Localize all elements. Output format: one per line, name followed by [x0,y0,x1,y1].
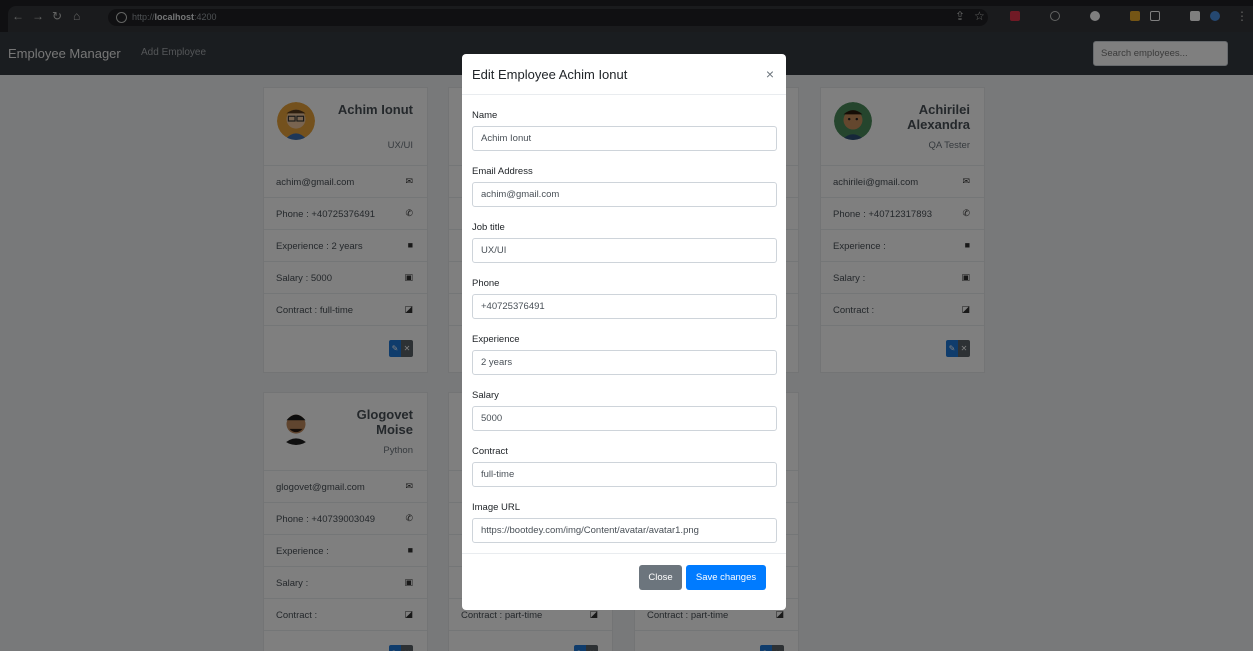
job-title-label: Job title [472,222,505,233]
modal-header-divider [462,94,786,95]
modal-title: Edit Employee Achim Ionut [472,67,628,82]
save-changes-button[interactable]: Save changes [686,565,766,590]
salary-field[interactable] [472,406,777,431]
job-title-field[interactable] [472,238,777,263]
experience-field[interactable] [472,350,777,375]
phone-label: Phone [472,278,500,289]
contract-field[interactable] [472,462,777,487]
modal-footer-divider [462,553,786,554]
experience-label: Experience [472,334,520,345]
salary-label: Salary [472,390,499,401]
phone-field[interactable] [472,294,777,319]
image-url-label: Image URL [472,502,521,513]
email-field[interactable] [472,182,777,207]
email-label: Email Address [472,166,533,177]
name-field[interactable] [472,126,777,151]
name-label: Name [472,110,498,121]
close-icon[interactable]: × [766,66,774,82]
image-url-field[interactable] [472,518,777,543]
close-button[interactable]: Close [639,565,682,590]
contract-label: Contract [472,446,508,457]
edit-employee-modal: Edit Employee Achim Ionut × Name Email A… [462,54,786,610]
